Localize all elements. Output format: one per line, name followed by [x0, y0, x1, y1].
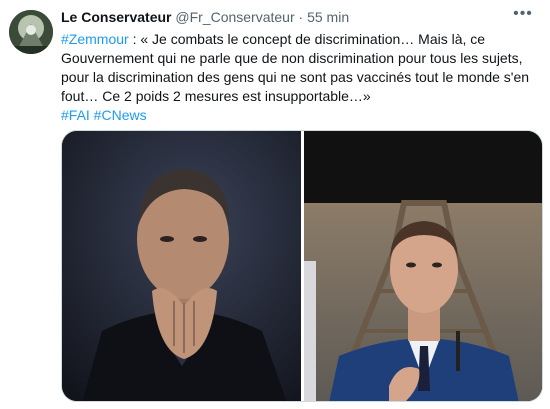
portrait-image-right: [304, 131, 542, 401]
hashtags[interactable]: #FAI #CNews: [61, 107, 147, 123]
more-horizontal-icon[interactable]: •••: [512, 6, 534, 26]
avatar[interactable]: [9, 10, 53, 54]
author-name[interactable]: Le Conservateur: [61, 9, 171, 25]
avatar-image: [9, 10, 53, 54]
photo-right[interactable]: [304, 131, 542, 401]
tweet-timestamp[interactable]: 55 min: [307, 9, 349, 25]
author-handle[interactable]: @Fr_Conservateur: [175, 9, 294, 25]
separator-dot: ·: [298, 9, 304, 25]
tweet[interactable]: Le Conservateur @Fr_Conservateur · 55 mi…: [0, 0, 550, 409]
portrait-image-left: [62, 131, 301, 401]
tweet-text: #Zemmour : « Je combats le concept de di…: [61, 30, 543, 125]
photo-left[interactable]: [62, 131, 301, 401]
tweet-footer-spacer: [61, 402, 543, 409]
tweet-text-body: : « Je combats le concept de discriminat…: [61, 31, 530, 104]
hashtag-zemmour[interactable]: #Zemmour: [61, 31, 129, 47]
tweet-header: Le Conservateur @Fr_Conservateur · 55 mi…: [61, 9, 349, 29]
tweet-media[interactable]: [61, 130, 543, 402]
